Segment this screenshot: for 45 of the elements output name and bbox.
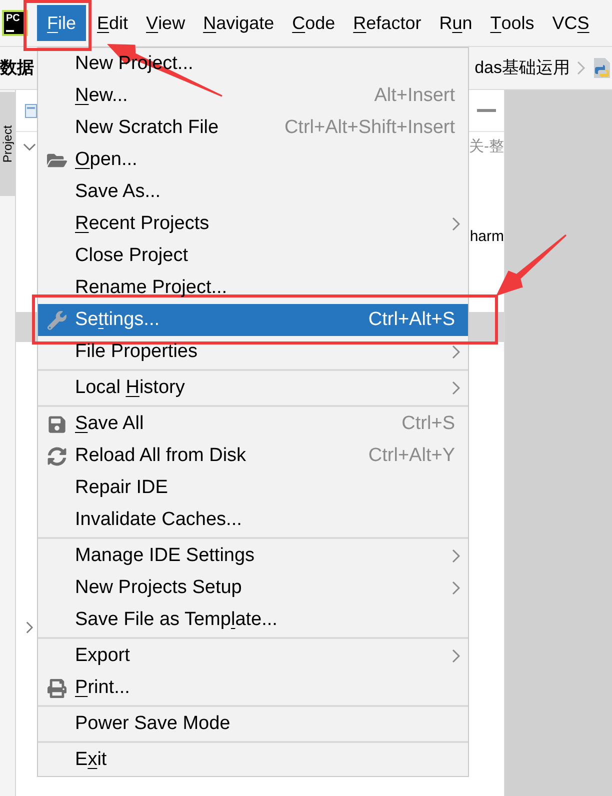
printer-icon: [46, 678, 66, 698]
menu-bar-item[interactable]: Tools: [481, 5, 544, 41]
menu-item[interactable]: Reload All from Disk Ctrl+Alt+Y: [38, 440, 468, 472]
menu-item[interactable]: Save All Ctrl+S: [38, 408, 468, 440]
menu-item[interactable]: Repair IDE: [38, 472, 468, 504]
menu-item[interactable]: Manage IDE Settings: [38, 540, 468, 572]
wrench-icon: [46, 310, 66, 330]
menu-bar-item[interactable]: Refactor: [344, 5, 430, 41]
tree-item-label[interactable]: harm: [470, 226, 504, 248]
menu-item[interactable]: Close Project: [38, 240, 468, 272]
menu-item[interactable]: Invalidate Caches...: [38, 504, 468, 536]
menu-bar-item[interactable]: File: [37, 5, 86, 41]
tool-window-tab[interactable]: Project: [0, 92, 15, 196]
menu-bar-item[interactable]: Edit: [88, 5, 138, 41]
menu-item[interactable]: New Projects Setup: [38, 572, 468, 604]
menu-bar-item[interactable]: Code: [283, 5, 344, 41]
menu-item[interactable]: Local History: [38, 372, 468, 404]
menu-item[interactable]: Print...: [38, 672, 468, 704]
menu-item[interactable]: Rename Project...: [38, 272, 468, 304]
shortcut-label: Ctrl+Alt+S: [368, 308, 455, 332]
menu-item[interactable]: Export: [38, 640, 468, 672]
window-icon: [25, 104, 37, 118]
shortcut-label: Ctrl+Alt+Shift+Insert: [284, 116, 455, 140]
menu-bar-item[interactable]: View: [137, 5, 194, 41]
menu-item[interactable]: New Scratch File Ctrl+Alt+Shift+Insert: [38, 112, 468, 144]
shortcut-label: Ctrl+S: [402, 412, 455, 436]
file-icon: [593, 57, 611, 79]
shortcut-label: Ctrl+Alt+Y: [368, 444, 455, 468]
menu-item[interactable]: File Properties: [38, 336, 468, 368]
menu-item[interactable]: New... Alt+Insert: [38, 80, 468, 112]
menu-bar-item[interactable]: Navigate: [194, 5, 284, 41]
project-name[interactable]: 数据: [0, 55, 34, 81]
menu-item[interactable]: Settings... Ctrl+Alt+S: [38, 304, 468, 336]
menu-item[interactable]: Save File as Template...: [38, 604, 468, 636]
menu-item[interactable]: Save As...: [38, 176, 468, 208]
breadcrumb-item[interactable]: das基础运用: [474, 55, 570, 81]
menu-item[interactable]: Exit: [38, 744, 468, 776]
menu-item[interactable]: Open...: [38, 144, 468, 176]
menu-bar-item[interactable]: Run: [430, 5, 482, 41]
reload-icon: [46, 446, 66, 466]
annotation-frame: [24, 0, 92, 51]
menu-bar-item[interactable]: VCS: [543, 5, 598, 41]
shortcut-label: Alt+Insert: [374, 84, 455, 108]
menu-item[interactable]: Power Save Mode: [38, 708, 468, 740]
menu-item[interactable]: Recent Projects: [38, 208, 468, 240]
